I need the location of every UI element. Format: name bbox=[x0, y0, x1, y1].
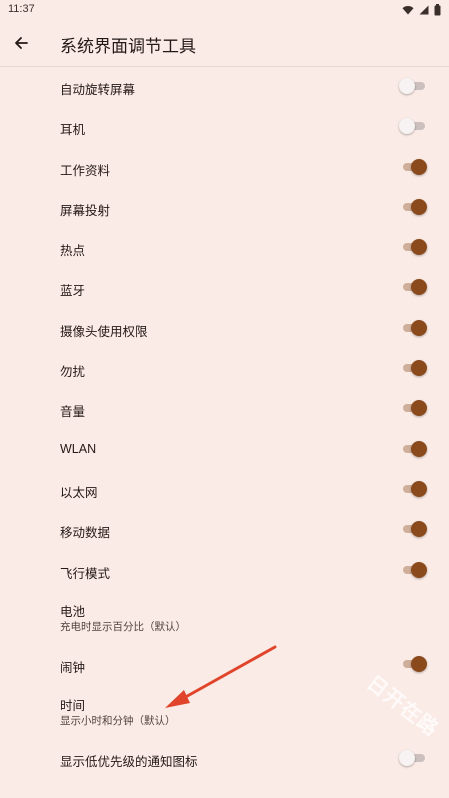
settings-item[interactable]: 以太网 bbox=[0, 469, 449, 509]
settings-item-label: WLAN bbox=[60, 441, 97, 456]
settings-item[interactable]: 勿扰 bbox=[0, 348, 449, 388]
settings-item-label: 电池 bbox=[60, 604, 86, 619]
settings-item-label: 工作资料 bbox=[60, 163, 111, 178]
arrow-left-icon bbox=[15, 37, 28, 49]
toggle-switch[interactable] bbox=[397, 561, 429, 578]
toggle-switch[interactable] bbox=[397, 750, 429, 767]
settings-item-subtitle: 充电时显示百分比（默认） bbox=[60, 620, 186, 633]
toggle-thumb bbox=[411, 360, 427, 377]
toggle-thumb bbox=[411, 239, 427, 256]
settings-item[interactable]: WLAN bbox=[0, 429, 449, 469]
app-bar: 系统界面调节工具 bbox=[0, 20, 449, 67]
settings-item-label: 显示低优先级的通知图标 bbox=[60, 755, 198, 770]
toggle-thumb bbox=[411, 158, 427, 175]
toggle-switch[interactable] bbox=[397, 480, 429, 497]
toggle-switch[interactable] bbox=[397, 655, 429, 672]
settings-item-label: 热点 bbox=[60, 244, 86, 259]
settings-item[interactable]: 屏幕投射 bbox=[0, 187, 449, 227]
toggle-switch[interactable] bbox=[397, 239, 429, 256]
signal-icon bbox=[419, 5, 429, 15]
toggle-switch[interactable] bbox=[397, 158, 429, 175]
toggle-thumb bbox=[399, 750, 415, 767]
battery-icon bbox=[434, 4, 441, 16]
settings-item-label: 飞行模式 bbox=[60, 566, 111, 581]
toggle-thumb bbox=[411, 655, 427, 672]
toggle-switch[interactable] bbox=[397, 118, 429, 135]
status-time: 11:37 bbox=[8, 3, 35, 15]
settings-item-label: 屏幕投射 bbox=[60, 203, 111, 218]
toggle-switch[interactable] bbox=[397, 440, 429, 457]
toggle-switch[interactable] bbox=[397, 360, 429, 377]
toggle-thumb bbox=[411, 279, 427, 296]
toggle-thumb bbox=[411, 400, 427, 417]
toggle-switch[interactable] bbox=[397, 78, 429, 94]
settings-item[interactable]: 显示低优先级的通知图标 bbox=[0, 738, 449, 778]
settings-item[interactable]: 自动旋转屏幕 bbox=[0, 66, 449, 106]
settings-item[interactable]: 热点 bbox=[0, 227, 449, 267]
settings-item-label: 时间 bbox=[60, 699, 86, 714]
settings-item-label: 耳机 bbox=[60, 123, 86, 138]
settings-item-label: 摄像头使用权限 bbox=[60, 324, 148, 339]
settings-item[interactable]: 移动数据 bbox=[0, 509, 449, 549]
settings-item-label: 以太网 bbox=[60, 485, 98, 500]
settings-item-label: 移动数据 bbox=[60, 526, 111, 541]
toggle-thumb bbox=[411, 319, 427, 336]
toggle-thumb bbox=[411, 440, 427, 457]
settings-item-label: 闹钟 bbox=[60, 660, 86, 675]
toggle-thumb bbox=[411, 198, 427, 215]
status-bar: 11:37 bbox=[0, 0, 449, 20]
settings-item-label: 勿扰 bbox=[60, 365, 86, 380]
settings-item-subtitle: 显示小时和分钟（默认） bbox=[60, 715, 176, 728]
settings-item[interactable]: 蓝牙 bbox=[0, 267, 449, 307]
toggle-thumb bbox=[399, 118, 415, 135]
page-title: 系统界面调节工具 bbox=[60, 37, 196, 56]
toggle-switch[interactable] bbox=[397, 198, 429, 215]
toggle-switch[interactable] bbox=[397, 400, 429, 417]
settings-item[interactable]: 工作资料 bbox=[0, 147, 449, 187]
settings-item-label: 蓝牙 bbox=[60, 284, 86, 299]
settings-item[interactable]: 音量 bbox=[0, 388, 449, 428]
toggle-switch[interactable] bbox=[397, 319, 429, 336]
system-icons bbox=[402, 3, 441, 17]
settings-item-label: 音量 bbox=[60, 405, 86, 420]
settings-item[interactable]: 电池 充电时显示百分比（默认） bbox=[0, 590, 449, 644]
toggle-thumb bbox=[399, 78, 415, 94]
toggle-thumb bbox=[411, 561, 427, 578]
settings-item[interactable]: 摄像头使用权限 bbox=[0, 308, 449, 348]
settings-item-label: 自动旋转屏幕 bbox=[60, 83, 136, 97]
back-button[interactable] bbox=[6, 28, 36, 58]
toggle-switch[interactable] bbox=[397, 521, 429, 538]
settings-item[interactable]: 飞行模式 bbox=[0, 550, 449, 590]
wifi-icon bbox=[402, 6, 414, 15]
settings-item[interactable]: 耳机 bbox=[0, 106, 449, 146]
toggle-thumb bbox=[411, 521, 427, 538]
toggle-switch[interactable] bbox=[397, 279, 429, 296]
toggle-thumb bbox=[411, 480, 427, 497]
